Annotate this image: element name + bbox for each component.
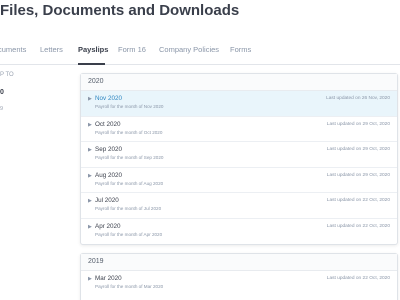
payslip-year-card-2019: 2019 ▶ Mar 2020 Payroll for the month of… xyxy=(80,253,398,300)
last-updated: Last updated on 22 Oct, 2020 xyxy=(326,198,390,203)
tab-forms[interactable]: Forms xyxy=(230,45,251,54)
tab-payslips[interactable]: Payslips xyxy=(78,45,108,54)
payslip-month: Mar 2020 xyxy=(95,275,122,282)
last-updated: Last updated on 26 Nov, 2020 xyxy=(326,96,390,101)
chevron-right-icon: ▶ xyxy=(88,276,92,282)
last-updated: Last updated on 29 Oct, 2020 xyxy=(326,147,390,152)
tab-form-16[interactable]: Form 16 xyxy=(118,45,146,54)
chevron-right-icon: ▶ xyxy=(88,121,92,128)
active-tab-indicator xyxy=(78,63,105,65)
payslip-description: Payroll for the month of Aug 2020 xyxy=(95,180,164,186)
payslip-description: Payroll for the month of Apr 2020 xyxy=(95,231,163,237)
year-header: 2020 xyxy=(81,74,397,91)
payslip-month: Aug 2020 xyxy=(95,171,122,179)
year-header: 2019 xyxy=(81,254,397,271)
chevron-right-icon: ▶ xyxy=(88,147,92,153)
payslip-row[interactable]: ▶ Jul 2020 Payroll for the month of Jul … xyxy=(81,193,397,219)
chevron-right-icon: ▶ xyxy=(88,223,92,230)
payslip-description: Payroll for the month of Jul 2020 xyxy=(95,206,162,211)
payslip-row[interactable]: ▶ Nov 2020 Payroll for the month of Nov … xyxy=(81,91,397,117)
tab-bar: cuments Letters Payslips Form 16 Company… xyxy=(0,40,400,65)
payslip-row[interactable]: ▶ Apr 2020 Payroll for the month of Apr … xyxy=(81,219,397,245)
chevron-right-icon: ▶ xyxy=(88,198,92,204)
chevron-right-icon: ▶ xyxy=(88,96,92,102)
payslip-description: Payroll for the month of Sep 2020 xyxy=(95,155,164,160)
payslip-description: Payroll for the month of Mar 2020 xyxy=(95,284,164,289)
last-updated: Last updated on 29 Oct, 2020 xyxy=(326,172,390,178)
payslip-year-card-2020: 2020 ▶ Nov 2020 Payroll for the month of… xyxy=(80,73,398,245)
payslip-row[interactable]: ▶ Sep 2020 Payroll for the month of Sep … xyxy=(81,142,397,168)
payslip-row[interactable]: ▶ Mar 2020 Payroll for the month of Mar … xyxy=(81,271,397,297)
last-updated: Last updated on 29 Oct, 2020 xyxy=(326,121,390,127)
tab-company-policies[interactable]: Company Policies xyxy=(159,45,219,54)
payslip-row[interactable]: ▶ Oct 2020 Payroll for the month of Oct … xyxy=(81,117,397,142)
jump-to-label: P TO xyxy=(0,72,14,78)
payslip-row[interactable]: ▶ Aug 2020 Payroll for the month of Aug … xyxy=(81,168,397,193)
payslip-description: Payroll for the month of Oct 2020 xyxy=(95,129,163,135)
sidebar-year-other[interactable]: 9 xyxy=(0,106,3,112)
payslip-month: Nov 2020 xyxy=(95,95,122,102)
payslip-month: Apr 2020 xyxy=(95,222,121,230)
sidebar-year-current[interactable]: 0 xyxy=(0,89,4,96)
tab-letters[interactable]: Letters xyxy=(40,45,63,54)
tab-documents[interactable]: cuments xyxy=(0,45,26,54)
payslip-month: Sep 2020 xyxy=(95,146,122,153)
page-title: Files, Documents and Downloads xyxy=(0,2,240,19)
payslip-description: Payroll for the month of Nov 2020 xyxy=(95,104,164,109)
last-updated: Last updated on 22 Oct, 2020 xyxy=(326,276,390,281)
payslip-month: Jul 2020 xyxy=(95,197,119,204)
last-updated: Last updated on 22 Oct, 2020 xyxy=(326,223,390,229)
chevron-right-icon: ▶ xyxy=(88,172,92,179)
payslip-month: Oct 2020 xyxy=(95,120,121,128)
